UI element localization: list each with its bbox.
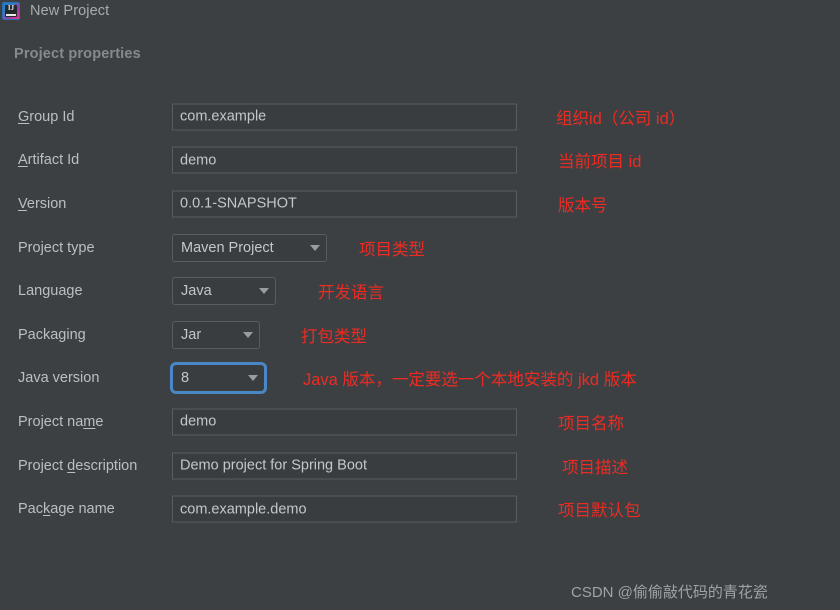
annotation-artifact-id: 当前项目 id xyxy=(558,153,642,172)
label-artifact-id: Artifact Id xyxy=(18,152,80,169)
project-properties-form: Group Id 组织id（公司 id） Artifact Id 当前项目 id Ver… xyxy=(0,95,840,531)
annotation-version: 版本号 xyxy=(558,196,608,215)
form-row-java-version: Java version 8 Java 版本，一定要选一个本地安装的 jkd 版本 xyxy=(0,357,840,401)
intellij-idea-icon-bar xyxy=(6,14,16,16)
window-titlebar: IJ New Project xyxy=(0,0,840,22)
section-heading: Project properties xyxy=(14,46,141,62)
input-group-id[interactable] xyxy=(172,103,517,131)
form-row-packaging: Packaging Jar 打包类型 xyxy=(0,313,840,357)
annotation-language: 开发语言 xyxy=(318,284,384,303)
label-language: Language xyxy=(18,283,83,300)
input-artifact-id[interactable] xyxy=(172,146,517,174)
label-package-name: Package name xyxy=(18,501,115,518)
label-mnemonic-version: V xyxy=(18,195,27,212)
form-row-version: Version 版本号 xyxy=(0,182,840,226)
annotation-packaging: 打包类型 xyxy=(301,327,367,346)
label-mnemonic-package-name: k xyxy=(43,501,51,518)
chevron-down-icon[interactable] xyxy=(259,288,269,295)
intellij-idea-icon: IJ xyxy=(3,3,19,19)
input-version[interactable] xyxy=(172,190,517,218)
combobox-project-type[interactable]: Maven Project xyxy=(172,233,327,262)
annotation-package-name: 项目默认包 xyxy=(558,502,641,521)
form-row-group-id: Group Id 组织id（公司 id） xyxy=(0,95,840,139)
form-row-package-name: Package name 项目默认包 xyxy=(0,487,840,531)
label-version: Version xyxy=(18,195,67,212)
csdn-watermark: CSDN @偷偷敲代码的青花瓷 xyxy=(571,584,768,601)
form-row-language: Language Java 开发语言 xyxy=(0,269,840,313)
label-project-type: Project type xyxy=(18,239,95,256)
chevron-down-icon[interactable] xyxy=(310,244,320,251)
label-project-description: Project description xyxy=(18,457,138,474)
form-row-project-name: Project name 项目名称 xyxy=(0,400,840,444)
window-title: New Project xyxy=(30,3,110,19)
form-row-project-description: Project description 项目描述 xyxy=(0,444,840,488)
combobox-value-language: Java xyxy=(181,283,212,300)
intellij-idea-icon-label: IJ xyxy=(7,4,15,12)
chevron-down-icon[interactable] xyxy=(243,331,253,338)
combobox-packaging[interactable]: Jar xyxy=(172,320,260,349)
label-group-id: Group Id xyxy=(18,108,75,125)
label-mnemonic-project-name: m xyxy=(83,413,96,430)
label-mnemonic-artifact-id: A xyxy=(18,152,28,169)
label-project-name: Project name xyxy=(18,413,104,430)
input-package-name[interactable] xyxy=(172,495,517,523)
input-project-description[interactable] xyxy=(172,452,517,480)
annotation-project-description: 项目描述 xyxy=(562,458,628,477)
label-mnemonic-group-id: G xyxy=(18,108,30,125)
combobox-value-project-type: Maven Project xyxy=(181,239,274,256)
chevron-down-icon[interactable] xyxy=(248,375,258,382)
annotation-java-version: Java 版本，一定要选一个本地安装的 jkd 版本 xyxy=(303,371,637,390)
combobox-value-packaging: Jar xyxy=(181,326,202,343)
input-project-name[interactable] xyxy=(172,408,517,436)
annotation-project-name: 项目名称 xyxy=(558,414,624,433)
form-row-artifact-id: Artifact Id 当前项目 id xyxy=(0,139,840,183)
annotation-group-id: 组织id（公司 id） xyxy=(556,109,686,128)
combobox-language[interactable]: Java xyxy=(172,277,276,306)
label-java-version: Java version xyxy=(18,370,100,387)
label-mnemonic-project-description: d xyxy=(67,457,76,474)
combobox-java-version[interactable]: 8 xyxy=(172,364,265,393)
annotation-project-type: 项目类型 xyxy=(359,240,425,259)
combobox-value-java-version: 8 xyxy=(181,370,190,387)
label-packaging: Packaging xyxy=(18,326,86,343)
form-row-project-type: Project type Maven Project 项目类型 xyxy=(0,226,840,270)
